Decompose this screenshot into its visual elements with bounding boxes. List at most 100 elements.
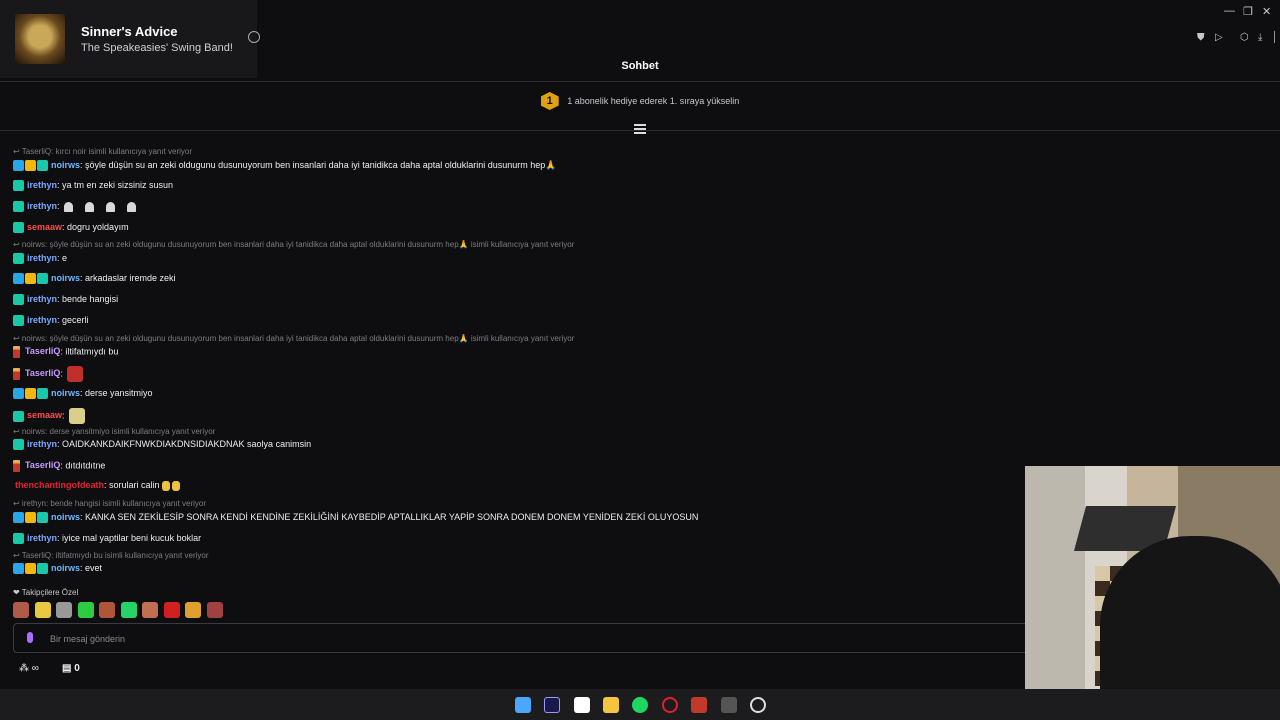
restore-button[interactable]: ❐: [1243, 5, 1253, 18]
chat-message: noirws: arkadaslar iremde zeki: [13, 273, 176, 285]
chat-username[interactable]: semaaw: [27, 222, 62, 232]
store-button[interactable]: ▤ 0: [62, 663, 80, 674]
chat-message: TaserliQ: dıtdıtdıtne: [13, 460, 105, 472]
chat-username[interactable]: TaserliQ: [25, 346, 60, 356]
extension-icon[interactable]: ⬡: [1240, 32, 1249, 43]
emote[interactable]: [13, 602, 29, 618]
emote[interactable]: [77, 602, 94, 618]
chat-username[interactable]: noirws: [51, 512, 80, 522]
chat-text: :: [60, 368, 63, 379]
chat-username[interactable]: irethyn: [27, 294, 57, 304]
reply-text: ↩ irethyn: bende hangisi isimli kullanıc…: [13, 499, 207, 508]
chat-username[interactable]: noirws: [51, 273, 80, 283]
reply-text: ↩ noirws: derse yansitmiyo isimli kullan…: [13, 427, 216, 436]
sub-badge-icon[interactable]: [13, 315, 24, 327]
crown-badge-icon[interactable]: [25, 388, 36, 400]
candle-badge-icon[interactable]: [13, 368, 20, 380]
sub-badge-icon[interactable]: [13, 222, 24, 234]
chat-text: : sorulari calin: [104, 480, 160, 490]
sub-badge-icon[interactable]: [13, 201, 24, 213]
emote[interactable]: [34, 602, 51, 618]
chat-username[interactable]: irethyn: [27, 315, 57, 325]
premiere-pro-icon[interactable]: [544, 697, 560, 713]
sub-badge-icon[interactable]: [13, 294, 24, 306]
chat-username[interactable]: irethyn: [27, 180, 57, 190]
chat-message: noirws: şöyle düşün su an zeki oldugunu …: [13, 160, 557, 172]
chat-username[interactable]: irethyn: [27, 533, 57, 543]
chat-message: irethyn:: [13, 201, 144, 213]
chat-username[interactable]: irethyn: [27, 253, 57, 263]
crown-badge-icon[interactable]: [25, 160, 36, 172]
reply-context: ↩ TaserliQ: iltifatmıydı bu isimli kulla…: [13, 551, 209, 560]
emote[interactable]: [206, 602, 223, 618]
crown-badge-icon[interactable]: [25, 512, 36, 524]
pred-badge-icon[interactable]: [13, 160, 24, 172]
chat-username[interactable]: TaserliQ: [25, 368, 60, 378]
chat-username[interactable]: TaserliQ: [25, 460, 60, 470]
pred-badge-icon[interactable]: [13, 273, 24, 285]
chat-username[interactable]: thenchantingofdeath: [15, 480, 104, 490]
emote[interactable]: [142, 602, 159, 618]
sub-badge-icon[interactable]: [37, 512, 48, 524]
emote-icon: [66, 366, 83, 382]
emote-bar[interactable]: [13, 602, 226, 618]
emote[interactable]: [185, 602, 202, 618]
candle-badge-icon[interactable]: [13, 346, 20, 358]
voicemeeter-icon[interactable]: [691, 697, 707, 713]
download-icon[interactable]: ⤓: [1258, 32, 1262, 43]
sub-badge-icon[interactable]: [13, 410, 24, 422]
pred-badge-icon[interactable]: [13, 388, 24, 400]
reply-text: ↩ TaserliQ: iltifatmıydı bu isimli kulla…: [13, 551, 209, 560]
windows-start-icon[interactable]: [515, 697, 531, 713]
sub-badge-icon[interactable]: [13, 533, 24, 545]
obs-icon[interactable]: [750, 697, 766, 713]
chat-message: irethyn: bende hangisi: [13, 294, 118, 306]
chat-text: : şöyle düşün su an zeki oldugunu dusunu…: [80, 160, 557, 170]
close-button[interactable]: ✕: [1262, 5, 1271, 18]
sub-badge-icon[interactable]: [13, 253, 24, 265]
chat-text: :: [62, 410, 65, 421]
emote[interactable]: [99, 602, 116, 618]
chat-username[interactable]: noirws: [51, 563, 80, 573]
player-control-icon[interactable]: [248, 31, 260, 43]
chat-text: : iyice mal yaptilar beni kucuk boklar: [57, 533, 202, 543]
message-input[interactable]: [48, 630, 952, 648]
file-explorer-icon[interactable]: [603, 697, 619, 713]
send-icon[interactable]: ▷: [1215, 32, 1223, 43]
more-icon[interactable]: │: [1272, 32, 1278, 43]
capcut-icon[interactable]: [574, 697, 590, 713]
pred-badge-icon[interactable]: [13, 563, 24, 575]
minimize-button[interactable]: —: [1224, 5, 1235, 17]
gift-leaderboard[interactable]: 1 1 abonelik hediye ederek 1. sıraya yük…: [0, 92, 1280, 114]
sub-badge-icon[interactable]: [37, 160, 48, 172]
sub-badge-icon[interactable]: [13, 180, 24, 192]
sub-badge-icon[interactable]: [37, 388, 48, 400]
gift-text: 1 abonelik hediye ederek 1. sıraya yükse…: [567, 96, 740, 106]
crown-badge-icon[interactable]: [25, 273, 36, 285]
microphone-icon[interactable]: [27, 632, 33, 643]
store-count: 0: [74, 663, 80, 674]
emote[interactable]: [120, 602, 137, 618]
pred-badge-icon[interactable]: [13, 512, 24, 524]
crown-badge-icon[interactable]: [25, 563, 36, 575]
sub-badge-icon[interactable]: [13, 439, 24, 451]
chat-username[interactable]: irethyn: [27, 201, 57, 211]
divider: [0, 81, 1280, 82]
emote[interactable]: [163, 602, 180, 618]
message-input-box[interactable]: [13, 623, 1033, 653]
chat-username[interactable]: noirws: [51, 160, 80, 170]
chat-username[interactable]: noirws: [51, 388, 80, 398]
candle-badge-icon[interactable]: [13, 460, 20, 472]
opera-icon[interactable]: [662, 697, 678, 713]
sub-badge-icon[interactable]: [37, 273, 48, 285]
channel-points[interactable]: ⁂ ∞: [19, 663, 39, 674]
sub-badge-icon[interactable]: [37, 563, 48, 575]
chat-message: irethyn: ya tm en zeki sizsiniz susun: [13, 180, 173, 192]
chat-username[interactable]: irethyn: [27, 439, 57, 449]
spotify-icon[interactable]: [632, 697, 648, 713]
chat-message: TaserliQ:: [13, 366, 83, 382]
emote[interactable]: [56, 602, 73, 618]
app-icon[interactable]: [721, 697, 737, 713]
chat-username[interactable]: semaaw: [27, 410, 62, 420]
shield-icon[interactable]: ⛊: [1197, 32, 1205, 43]
